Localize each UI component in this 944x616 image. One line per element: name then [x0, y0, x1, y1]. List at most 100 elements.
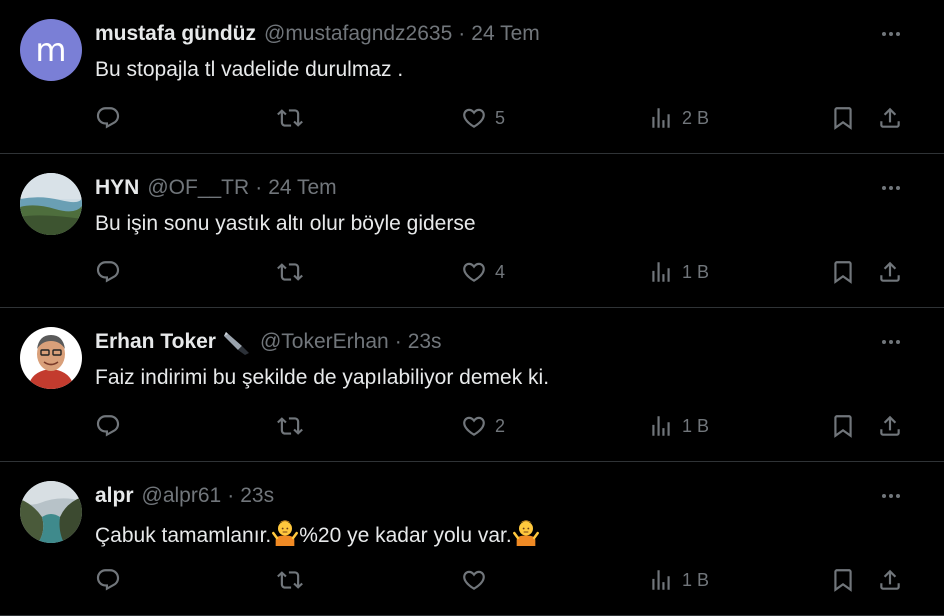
heart-icon	[461, 259, 487, 285]
reply-icon	[95, 567, 121, 593]
avatar[interactable]: m	[20, 19, 82, 81]
reply-icon	[95, 413, 121, 439]
view-count: 1 B	[682, 415, 710, 436]
separator-dot: ·	[227, 484, 235, 507]
user-name[interactable]: alpr	[95, 482, 134, 510]
bookmark-icon	[830, 413, 856, 439]
tweet-text-part: %20 ye kadar yolu var.	[299, 524, 512, 547]
share-button[interactable]	[877, 254, 903, 290]
share-icon	[877, 259, 903, 285]
tweet-header: Erhan Toker @TokerErhan · 23s	[95, 328, 442, 356]
like-button[interactable]	[461, 562, 495, 598]
more-icon[interactable]	[878, 482, 904, 510]
tweet-text-part: Çabuk tamamlanır.	[95, 524, 272, 547]
heart-icon	[461, 105, 487, 131]
tweet[interactable]: HYN @OF__TR · 24 Tem Bu işin sonu yastık…	[0, 154, 944, 308]
tweet-text: Faiz indirimi bu şekilde de yapılabiliyo…	[95, 366, 550, 389]
tweet[interactable]: Erhan Toker @TokerErhan · 23s Faiz indir…	[0, 308, 944, 462]
tweet-header: HYN @OF__TR · 24 Tem	[95, 174, 337, 202]
separator-dot: ·	[394, 330, 402, 353]
view-count: 2 B	[682, 107, 710, 128]
bookmark-button[interactable]	[830, 408, 856, 444]
action-bar: 2 1 B	[95, 408, 915, 444]
tweet-time[interactable]: 24 Tem	[471, 20, 540, 48]
views-button[interactable]: 1 B	[648, 408, 709, 444]
user-handle[interactable]: @OF__TR	[147, 174, 249, 202]
views-button[interactable]: 2 B	[648, 100, 709, 136]
view-count: 1 B	[682, 261, 710, 282]
tweet-text: Bu stopajla tl vadelide durulmaz .	[95, 58, 404, 81]
user-name[interactable]: mustafa gündüz	[95, 20, 256, 48]
bookmark-button[interactable]	[830, 100, 856, 136]
person-shrugging-emoji	[271, 518, 299, 546]
reply-button[interactable]	[95, 562, 121, 598]
share-icon	[877, 105, 903, 131]
share-icon	[877, 567, 903, 593]
heart-icon	[461, 567, 487, 593]
bookmark-button[interactable]	[830, 562, 856, 598]
action-bar: 4 1 B	[95, 254, 915, 290]
bookmark-icon	[830, 105, 856, 131]
retweet-button[interactable]	[277, 562, 303, 598]
reply-icon	[95, 105, 121, 131]
retweet-icon	[277, 105, 303, 131]
tweet-text: Çabuk tamamlanır. %20 ye kadar yolu var.	[95, 518, 540, 550]
like-button[interactable]: 2	[461, 408, 505, 444]
user-handle[interactable]: @alpr61	[142, 482, 222, 510]
avatar[interactable]	[20, 481, 82, 543]
reply-icon	[95, 259, 121, 285]
retweet-button[interactable]	[277, 408, 303, 444]
retweet-icon	[277, 259, 303, 285]
view-count: 1 B	[682, 569, 710, 590]
like-button[interactable]: 4	[461, 254, 505, 290]
separator-dot: ·	[458, 22, 466, 45]
tweet[interactable]: m mustafa gündüz @mustafagndz2635 · 24 T…	[0, 0, 944, 154]
avatar[interactable]	[20, 173, 82, 235]
views-icon	[648, 259, 674, 285]
action-bar: 5 2 B	[95, 100, 915, 136]
bookmark-button[interactable]	[830, 254, 856, 290]
user-name[interactable]: HYN	[95, 174, 139, 202]
retweet-icon	[277, 413, 303, 439]
tweet-header: mustafa gündüz @mustafagndz2635 · 24 Tem	[95, 20, 540, 48]
tweet-time[interactable]: 23s	[240, 482, 274, 510]
person-shrugging-emoji	[512, 518, 540, 546]
share-icon	[877, 413, 903, 439]
views-icon	[648, 567, 674, 593]
views-button[interactable]: 1 B	[648, 562, 709, 598]
reply-button[interactable]	[95, 100, 121, 136]
tweet-time[interactable]: 23s	[408, 328, 442, 356]
user-name[interactable]: Erhan Toker	[95, 328, 216, 356]
like-count: 2	[495, 415, 506, 436]
views-button[interactable]: 1 B	[648, 254, 709, 290]
user-handle[interactable]: @TokerErhan	[260, 328, 389, 356]
like-count: 5	[495, 107, 506, 128]
retweet-button[interactable]	[277, 254, 303, 290]
more-icon[interactable]	[878, 328, 904, 356]
tweet[interactable]: alpr @alpr61 · 23s Çabuk tamamlanır. %20 …	[0, 462, 944, 616]
user-handle[interactable]: @mustafagndz2635	[264, 20, 452, 48]
more-icon[interactable]	[878, 20, 904, 48]
fountain-pen-icon	[222, 328, 252, 356]
views-icon	[648, 105, 674, 131]
reply-button[interactable]	[95, 254, 121, 290]
action-bar: 1 B	[95, 562, 915, 598]
like-count: 4	[495, 261, 506, 282]
views-icon	[648, 413, 674, 439]
tweet-time[interactable]: 24 Tem	[268, 174, 337, 202]
share-button[interactable]	[877, 100, 903, 136]
share-button[interactable]	[877, 408, 903, 444]
share-button[interactable]	[877, 562, 903, 598]
retweet-icon	[277, 567, 303, 593]
bookmark-icon	[830, 259, 856, 285]
heart-icon	[461, 413, 487, 439]
more-icon[interactable]	[878, 174, 904, 202]
avatar[interactable]	[20, 327, 82, 389]
tweet-text: Bu işin sonu yastık altı olur böyle gide…	[95, 212, 476, 235]
retweet-button[interactable]	[277, 100, 303, 136]
bookmark-icon	[830, 567, 856, 593]
separator-dot: ·	[255, 176, 263, 199]
like-button[interactable]: 5	[461, 100, 505, 136]
tweet-header: alpr @alpr61 · 23s	[95, 482, 274, 510]
reply-button[interactable]	[95, 408, 121, 444]
